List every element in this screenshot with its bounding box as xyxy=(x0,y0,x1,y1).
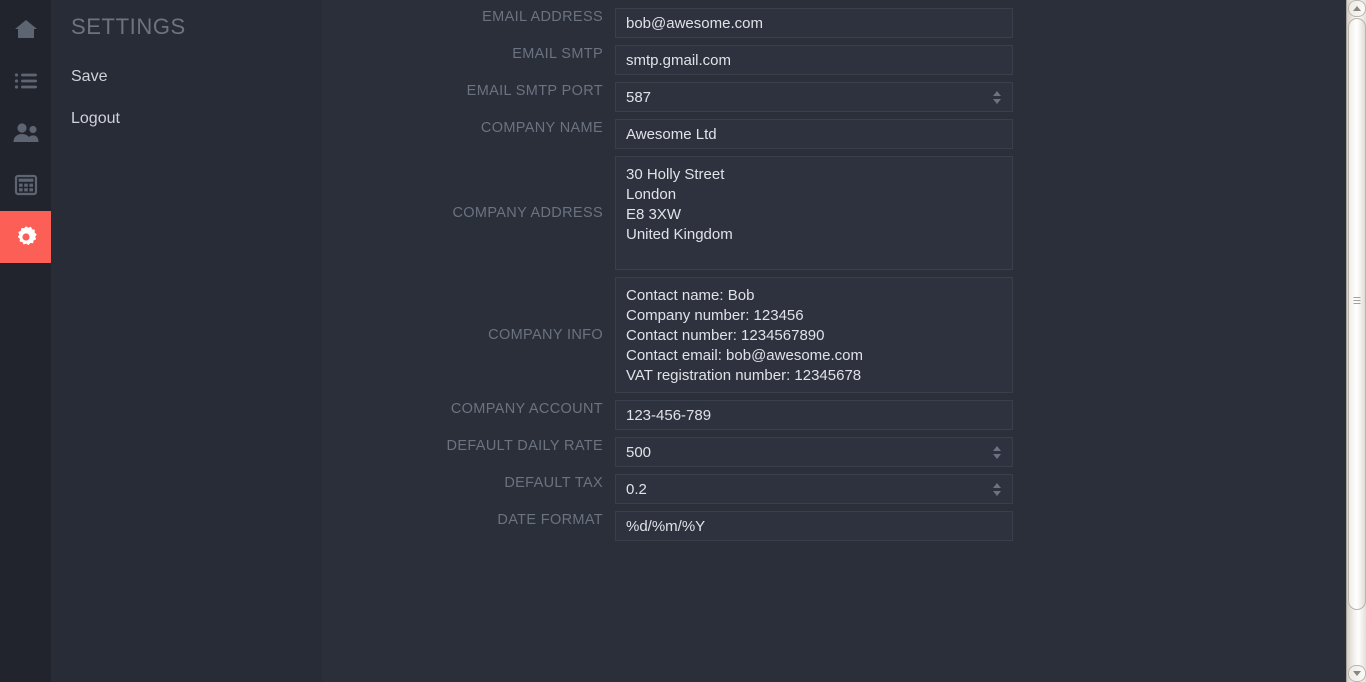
field-row-company-account: COMPANY ACCOUNT xyxy=(322,400,1366,430)
label-company-address: COMPANY ADDRESS xyxy=(452,205,603,221)
label-default-tax: DEFAULT TAX xyxy=(504,475,603,491)
control-default-daily-rate xyxy=(615,437,1013,467)
table-icon xyxy=(13,172,39,198)
scrollbar-thumb[interactable] xyxy=(1348,18,1366,610)
input-default-tax[interactable] xyxy=(615,474,1013,504)
icon-rail xyxy=(0,0,51,682)
settings-form: EMAIL ADDRESS EMAIL SMTP EMAIL SMTP PORT CO… xyxy=(322,0,1366,548)
label-company-name: COMPANY NAME xyxy=(480,120,603,136)
scrollbar-grip-icon xyxy=(1353,297,1361,306)
label-company-account: COMPANY ACCOUNT xyxy=(450,401,603,417)
control-date-format xyxy=(615,511,1013,541)
input-email-smtp[interactable] xyxy=(615,45,1013,75)
stepper-down-icon[interactable] xyxy=(993,98,1001,104)
settings-page: SETTINGS Save Logout EMAIL ADDRESSEMAIL … xyxy=(0,0,1366,682)
field-row-default-tax: DEFAULT TAX xyxy=(322,474,1366,504)
stepper-down-icon[interactable] xyxy=(993,490,1001,496)
field-row-email-smtp-port: EMAIL SMTP PORT xyxy=(322,82,1366,112)
users-icon xyxy=(12,120,40,146)
rail-item-timesheet[interactable] xyxy=(0,159,51,211)
page-title: SETTINGS xyxy=(71,14,186,39)
rail-item-clients[interactable] xyxy=(0,107,51,159)
field-row-date-format: DATE FORMAT xyxy=(322,511,1366,541)
stepper-default-tax[interactable] xyxy=(991,474,1003,504)
label-email-address: EMAIL ADDRESS xyxy=(482,9,603,25)
stepper-default-daily-rate[interactable] xyxy=(991,437,1003,467)
input-company-info[interactable] xyxy=(615,277,1013,393)
rail-item-home[interactable] xyxy=(0,3,51,55)
stepper-down-icon[interactable] xyxy=(993,453,1001,459)
scroll-up-arrow-icon xyxy=(1353,6,1361,11)
label-default-daily-rate: DEFAULT DAILY RATE xyxy=(446,438,603,454)
field-row-email-smtp: EMAIL SMTP xyxy=(322,45,1366,75)
stepper-up-icon[interactable] xyxy=(993,482,1001,488)
input-email-smtp-port[interactable] xyxy=(615,82,1013,112)
label-company-info: COMPANY INFO xyxy=(488,327,603,343)
sidebar-item-save[interactable]: Save xyxy=(71,67,107,87)
label-email-smtp: EMAIL SMTP xyxy=(512,46,603,62)
stepper-up-icon[interactable] xyxy=(993,445,1001,451)
stepper-email-smtp-port[interactable] xyxy=(991,82,1003,112)
control-company-address xyxy=(615,156,1013,270)
field-row-company-info: COMPANY INFO xyxy=(322,277,1366,393)
settings-form-panel: EMAIL ADDRESS EMAIL SMTP EMAIL SMTP PORT CO… xyxy=(322,0,1366,682)
settings-sidebar: SETTINGS Save Logout xyxy=(51,0,322,682)
input-default-daily-rate[interactable] xyxy=(615,437,1013,467)
label-email-smtp-port: EMAIL SMTP PORT xyxy=(466,83,603,99)
control-email-smtp xyxy=(615,45,1013,75)
scroll-up-button[interactable] xyxy=(1348,0,1366,17)
scroll-down-arrow-icon xyxy=(1353,671,1361,676)
field-row-company-name: COMPANY NAME xyxy=(322,119,1366,149)
list-icon xyxy=(13,68,39,94)
rail-item-invoices[interactable] xyxy=(0,55,51,107)
input-date-format[interactable] xyxy=(615,511,1013,541)
control-company-info xyxy=(615,277,1013,393)
control-email-address xyxy=(615,8,1013,38)
stepper-up-icon[interactable] xyxy=(993,90,1001,96)
field-row-default-daily-rate: DEFAULT DAILY RATE xyxy=(322,437,1366,467)
sidebar-item-logout[interactable]: Logout xyxy=(71,109,120,129)
control-company-name xyxy=(615,119,1013,149)
control-email-smtp-port xyxy=(615,82,1013,112)
rail-item-settings[interactable] xyxy=(0,211,51,263)
label-date-format: DATE FORMAT xyxy=(497,512,603,528)
page-scrollbar[interactable] xyxy=(1346,0,1366,682)
field-row-email-address: EMAIL ADDRESS xyxy=(322,8,1366,38)
input-company-name[interactable] xyxy=(615,119,1013,149)
input-company-address[interactable] xyxy=(615,156,1013,270)
field-row-company-address: COMPANY ADDRESS xyxy=(322,156,1366,270)
gear-icon xyxy=(13,224,39,250)
control-company-account xyxy=(615,400,1013,430)
input-email-address[interactable] xyxy=(615,8,1013,38)
input-company-account[interactable] xyxy=(615,400,1013,430)
scroll-down-button[interactable] xyxy=(1348,665,1366,682)
home-icon xyxy=(13,16,39,42)
control-default-tax xyxy=(615,474,1013,504)
